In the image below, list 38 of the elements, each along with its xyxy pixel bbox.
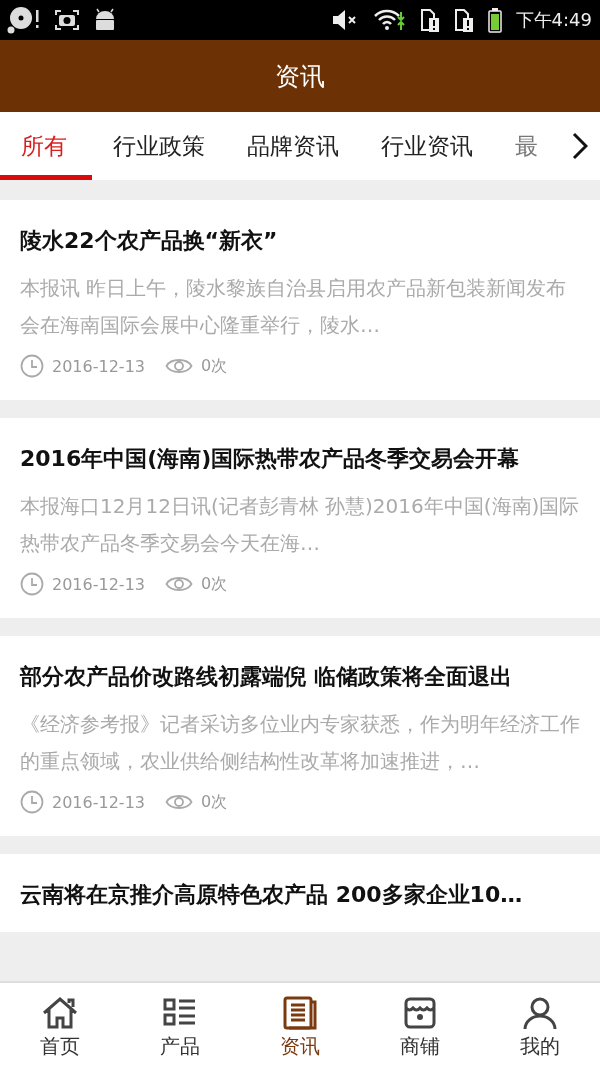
sim-card-icon — [419, 7, 440, 33]
camera-icon — [54, 8, 80, 32]
eye-icon — [165, 574, 193, 594]
article-date: 2016-12-13 — [52, 792, 145, 812]
android-icon — [94, 8, 116, 32]
view-count: 0次 — [201, 355, 228, 377]
sim-card-icon — [453, 7, 474, 33]
article-summary: 《经济参考报》记者采访多位业内专家获悉，作为明年经济工作的重点领域，农业供给侧结构性改革将加速推进，… — [20, 711, 580, 775]
battery-icon — [487, 7, 502, 33]
article-title[interactable]: 陵水22个农产品换“新衣” — [20, 226, 580, 256]
clock-icon — [20, 354, 44, 378]
eye-icon — [165, 356, 193, 376]
article-title[interactable]: 部分农产品价改路线初露端倪 临储政策将全面退出 — [20, 662, 580, 692]
tab[interactable]: 品牌资讯 — [226, 112, 360, 180]
page-title: 资讯 — [275, 60, 325, 93]
eye-icon — [165, 792, 193, 812]
home-icon — [40, 994, 80, 1031]
nav-item[interactable]: 资讯 — [240, 983, 360, 1067]
wifi-icon — [373, 8, 406, 32]
view-count: 0次 — [201, 573, 228, 595]
article-summary: 本报讯 昨日上午，陵水黎族自治县启用农产品新包装新闻发布会在海南国际会展中心隆重举行，陵水… — [20, 275, 568, 339]
clock-icon — [20, 572, 44, 596]
nav-item[interactable]: 首页 — [0, 983, 120, 1067]
status-time: 下午4:49 — [515, 8, 592, 32]
article-date: 2016-12-13 — [52, 356, 145, 376]
tab[interactable]: 行业资讯 — [360, 112, 494, 180]
chevron-right-icon[interactable] — [572, 132, 588, 160]
nav-item[interactable]: 我的 — [480, 983, 600, 1067]
tab[interactable]: 行业政策 — [92, 112, 226, 180]
article-summary: 本报海口12月12日讯(记者彭青林 孙慧)2016年中国(海南)国际热带农产品冬季交易会今天在海… — [20, 493, 580, 557]
view-count: 0次 — [201, 791, 228, 813]
clock-icon — [20, 790, 44, 814]
nav-item[interactable]: 产品 — [120, 983, 240, 1067]
disc-icon — [6, 5, 40, 35]
tab[interactable]: 最 — [494, 112, 559, 180]
article-date: 2016-12-13 — [52, 574, 145, 594]
article-title[interactable]: 2016年中国(海南)国际热带农产品冬季交易会开幕 — [20, 444, 580, 474]
nav-item[interactable]: 商铺 — [360, 983, 480, 1067]
